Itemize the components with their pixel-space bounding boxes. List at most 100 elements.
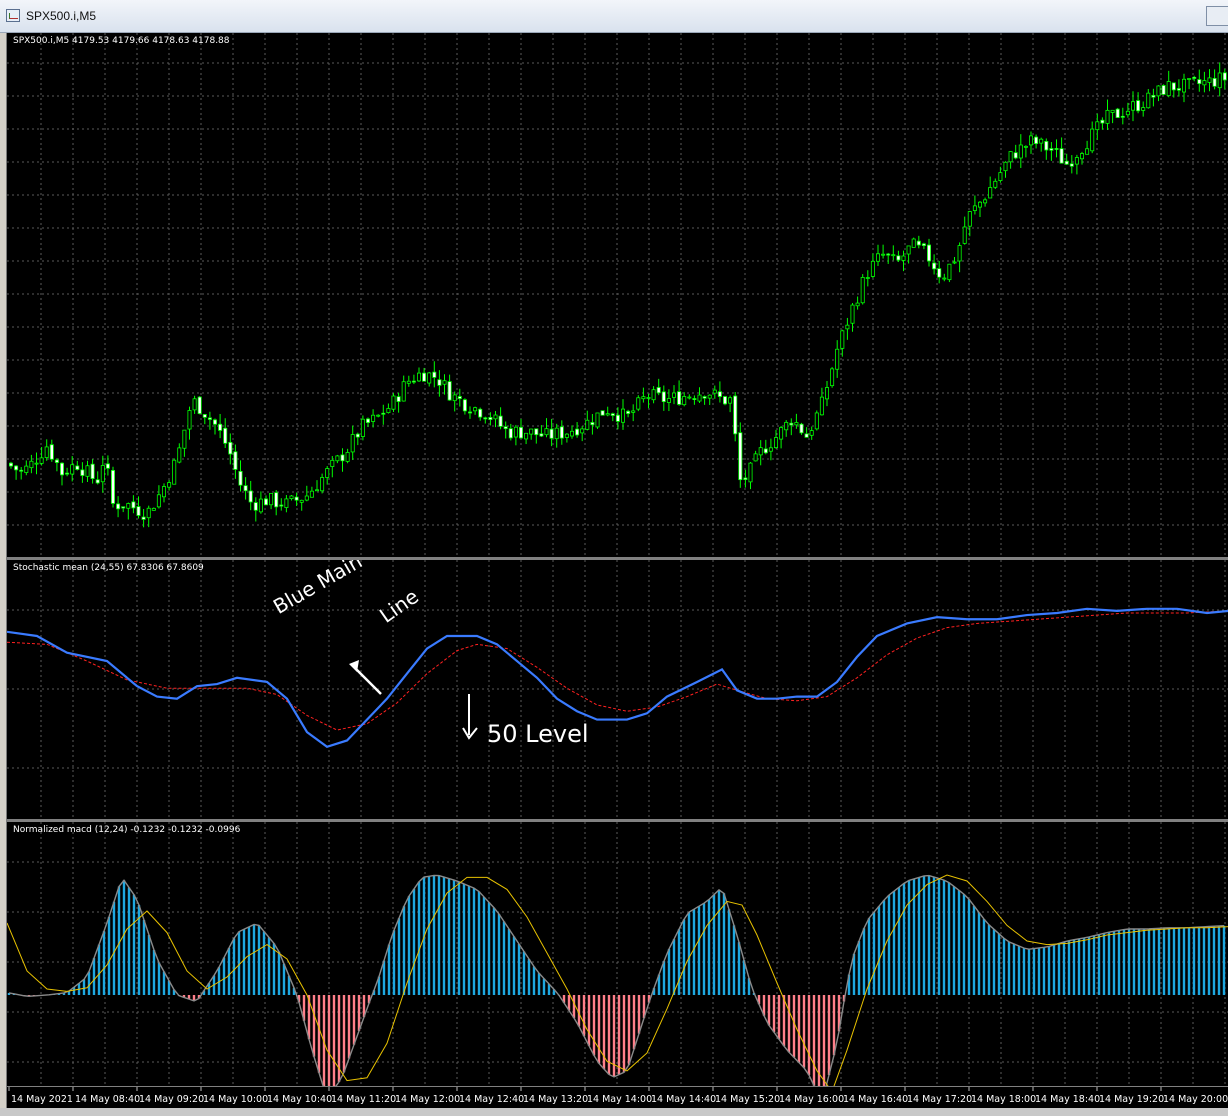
candle bbox=[661, 385, 666, 411]
candle bbox=[279, 498, 284, 511]
candle bbox=[182, 429, 187, 457]
time-tick-label: 14 May 17:20 bbox=[907, 1094, 972, 1105]
candle bbox=[1131, 91, 1136, 122]
candle bbox=[447, 374, 452, 401]
candle bbox=[804, 427, 809, 438]
candle bbox=[932, 254, 937, 275]
candle bbox=[865, 270, 870, 287]
candle bbox=[1156, 85, 1161, 102]
candle bbox=[131, 495, 136, 514]
candle bbox=[65, 467, 70, 477]
candle bbox=[350, 425, 355, 460]
candle bbox=[1085, 140, 1090, 155]
candle bbox=[263, 495, 268, 506]
candle bbox=[207, 411, 212, 430]
candle bbox=[172, 458, 177, 485]
candle bbox=[253, 497, 258, 522]
time-tick-label: 14 May 14:40 bbox=[651, 1094, 716, 1105]
candle bbox=[503, 421, 508, 439]
candle bbox=[748, 462, 753, 490]
candle bbox=[656, 378, 661, 396]
candle bbox=[340, 448, 345, 472]
candle bbox=[1074, 154, 1079, 175]
window-titlebar: SPX500.i,M5 bbox=[0, 0, 1228, 33]
candle bbox=[998, 166, 1003, 183]
candle bbox=[1115, 107, 1120, 118]
candle bbox=[218, 413, 223, 439]
candle bbox=[75, 460, 80, 471]
candle bbox=[187, 406, 192, 440]
candle bbox=[238, 460, 243, 492]
candle bbox=[1187, 78, 1192, 90]
candle bbox=[1105, 99, 1110, 130]
window-control-button[interactable] bbox=[1206, 6, 1228, 26]
candle bbox=[513, 424, 518, 446]
candle bbox=[309, 486, 314, 498]
stochastic-pane[interactable]: Stochastic mean (24,55) 67.8306 67.8609 … bbox=[7, 560, 1228, 819]
candle bbox=[360, 415, 365, 441]
candle bbox=[1100, 117, 1105, 130]
candle bbox=[524, 432, 529, 445]
price-pane-label: SPX500.i,M5 4179.53 4179.66 4178.63 4178… bbox=[13, 36, 230, 46]
candle bbox=[365, 417, 370, 428]
candle bbox=[916, 235, 921, 249]
candle bbox=[1141, 101, 1146, 117]
time-tick-label: 14 May 12:40 bbox=[459, 1094, 524, 1105]
candle bbox=[121, 506, 126, 513]
candle bbox=[544, 418, 549, 438]
candle bbox=[631, 404, 636, 422]
candle bbox=[508, 423, 513, 441]
candle bbox=[116, 496, 121, 518]
candle bbox=[626, 409, 631, 418]
candle bbox=[452, 391, 457, 412]
candle bbox=[988, 176, 993, 199]
window-title: SPX500.i,M5 bbox=[26, 9, 97, 23]
candle bbox=[830, 366, 835, 388]
candle bbox=[651, 386, 656, 404]
candle bbox=[100, 455, 105, 493]
candle bbox=[870, 253, 875, 278]
candle bbox=[967, 210, 972, 237]
candle bbox=[197, 396, 202, 415]
price-pane[interactable]: SPX500.i,M5 4179.53 4179.66 4178.63 4178… bbox=[7, 33, 1228, 557]
candle bbox=[396, 392, 401, 413]
time-tick-label: 14 May 13:20 bbox=[523, 1094, 588, 1105]
candle bbox=[167, 479, 172, 491]
candle bbox=[646, 393, 651, 409]
time-tick-label: 14 May 16:00 bbox=[779, 1094, 844, 1105]
candle bbox=[156, 485, 161, 509]
candle bbox=[376, 414, 381, 418]
candle bbox=[498, 407, 503, 430]
candle bbox=[432, 361, 437, 388]
candle bbox=[978, 201, 983, 218]
macd-pane[interactable]: Normalized macd (12,24) -0.1232 -0.1232 … bbox=[7, 822, 1228, 1086]
candle bbox=[585, 410, 590, 431]
time-tick-label: 14 May 19:20 bbox=[1099, 1094, 1164, 1105]
candle bbox=[1202, 71, 1207, 93]
candle bbox=[1034, 134, 1039, 149]
candle bbox=[228, 433, 233, 465]
candle bbox=[835, 340, 840, 378]
candle bbox=[345, 448, 350, 464]
candle bbox=[151, 507, 156, 511]
candle bbox=[753, 450, 758, 462]
candle bbox=[876, 244, 881, 267]
candle bbox=[1212, 69, 1217, 90]
candle bbox=[49, 439, 54, 462]
candle bbox=[911, 237, 916, 248]
macd-chart bbox=[7, 822, 1228, 1086]
candle bbox=[1044, 138, 1049, 160]
candle bbox=[24, 460, 29, 476]
candle bbox=[126, 502, 131, 520]
candle bbox=[697, 387, 702, 404]
candle bbox=[677, 380, 682, 406]
candle bbox=[406, 375, 411, 387]
candle bbox=[95, 471, 100, 485]
candle bbox=[1039, 137, 1044, 152]
candle bbox=[243, 477, 248, 500]
candle bbox=[768, 438, 773, 461]
time-tick-label: 14 May 09:20 bbox=[139, 1094, 204, 1105]
candle bbox=[289, 495, 294, 501]
candle bbox=[641, 387, 646, 403]
candle bbox=[636, 395, 641, 412]
